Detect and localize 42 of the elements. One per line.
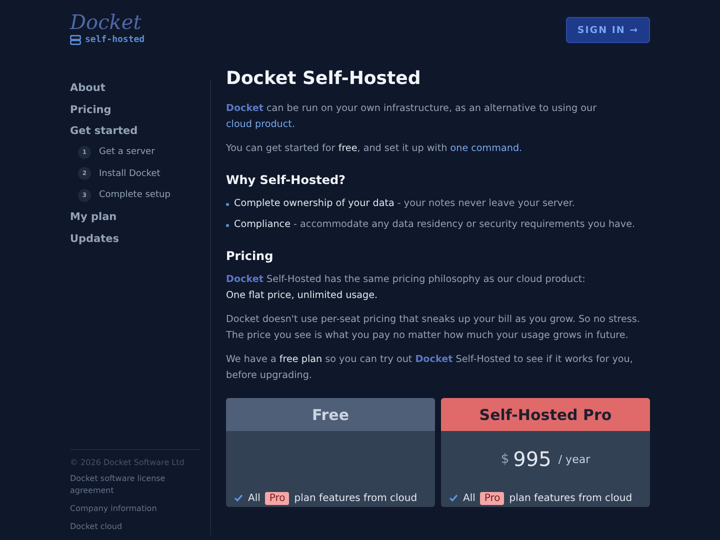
footer-link[interactable]: Company information xyxy=(70,503,200,515)
paragraph: Docket Self-Hosted has the same pricing philosophy as our cloud product: One flat price, unlimited usage. xyxy=(226,273,586,303)
pro-tag: Pro xyxy=(265,492,290,504)
paragraph: Docket can be run on your own infrastructure, as an alternative to using our cloud product. xyxy=(226,102,598,132)
check-icon xyxy=(234,494,243,502)
paragraph: We have a free plan so you can try out Docket Self-Hosted to see if it works for you, before upgrading. xyxy=(226,353,634,383)
sign-in-button[interactable]: SIGN IN → xyxy=(566,17,650,43)
paragraph: You can get started for free, and set it up with one command. xyxy=(226,142,524,156)
pro-tag: Pro xyxy=(480,492,504,504)
nav-sublink[interactable]: Install Docket xyxy=(99,168,160,179)
feature-text: plan features from cloud xyxy=(509,492,632,504)
section-heading: Pricing xyxy=(226,249,274,263)
check-icon xyxy=(449,494,458,502)
section-heading: Why Self-Hosted? xyxy=(226,173,347,187)
paragraph: Docket doesn't use per-seat pricing that sneaks up your bill as you grow. So no stress. The price you see is what you pay no matter how much your usage grows in future. xyxy=(226,313,641,343)
edition-label: self-hosted xyxy=(85,35,145,45)
nav-sublink[interactable]: Complete setup xyxy=(99,190,170,200)
price-period: / year xyxy=(558,452,590,466)
nav-link[interactable]: Get started xyxy=(70,123,210,144)
footer-link[interactable]: Docket cloud xyxy=(70,521,200,533)
price-amount: 995 xyxy=(513,447,552,471)
text-link[interactable]: cloud product xyxy=(226,119,292,130)
bullet-text: Compliance - accommodate any data residency or security requirements you have. xyxy=(234,218,636,232)
nav-sublink[interactable]: Get a server xyxy=(99,147,155,158)
bullet-icon xyxy=(226,203,229,206)
bullet-icon xyxy=(226,224,229,227)
server-icon xyxy=(70,35,81,45)
currency: $ xyxy=(500,452,510,466)
page-title: Docket Self-Hosted xyxy=(226,68,422,89)
feature-text: All xyxy=(248,492,260,504)
feature-text: All xyxy=(463,492,476,504)
nav-link[interactable]: Pricing xyxy=(70,102,210,123)
footer-link[interactable]: Docket software license agreement xyxy=(70,473,200,497)
nav-link[interactable]: My plan xyxy=(70,209,210,230)
plan-name: Self-Hosted Pro xyxy=(441,398,650,431)
nav-link[interactable]: About xyxy=(70,80,210,102)
plan-name: Free xyxy=(226,398,435,431)
copyright-text: © 2026 Docket Software Ltd xyxy=(70,458,186,467)
feature-text: plan features from cloud xyxy=(294,492,418,504)
nav-link[interactable]: Updates xyxy=(70,230,210,252)
text-link[interactable]: one command. xyxy=(450,143,522,154)
bullet-text: Complete ownership of your data - your notes never leave your server. xyxy=(234,197,575,211)
